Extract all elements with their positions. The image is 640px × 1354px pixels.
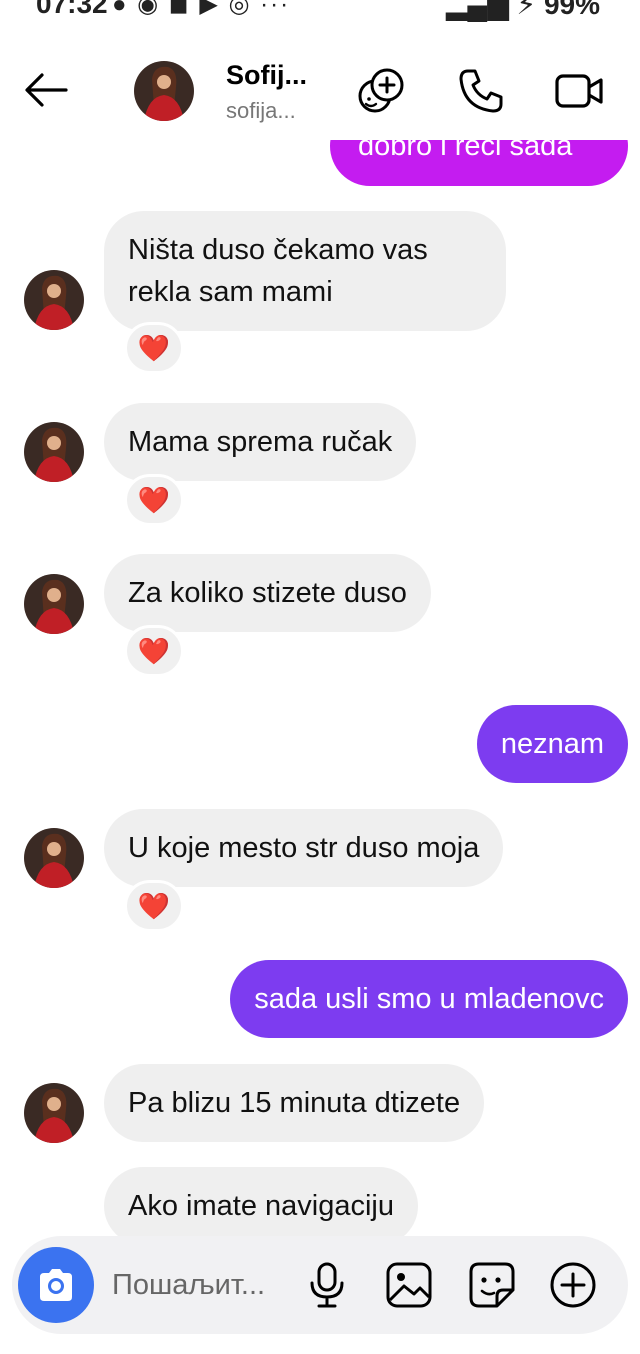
microphone-icon[interactable] bbox=[302, 1260, 352, 1310]
sender-avatar[interactable] bbox=[24, 574, 84, 634]
sender-avatar[interactable] bbox=[24, 1083, 84, 1143]
message-text: Mama sprema ručak bbox=[128, 426, 393, 458]
avatar-image bbox=[24, 828, 84, 888]
camera-icon bbox=[40, 1269, 72, 1301]
sticker-icon[interactable] bbox=[467, 1260, 517, 1310]
message-bubble-outgoing[interactable]: sada usli smo u mladenovc bbox=[230, 960, 628, 1038]
avatar-image bbox=[24, 422, 84, 482]
message-text: Za koliko stizete duso bbox=[128, 577, 407, 609]
heart-reaction[interactable]: ❤️ bbox=[124, 625, 184, 677]
chat-header: Sofij... sofija... bbox=[0, 40, 640, 140]
avatar-image bbox=[24, 270, 84, 330]
plus-icon[interactable] bbox=[548, 1260, 598, 1310]
contact-handle: sofija... bbox=[226, 98, 296, 123]
heart-reaction[interactable]: ❤️ bbox=[124, 880, 184, 932]
message-text: Pa blizu 15 minuta dtizete bbox=[128, 1087, 461, 1119]
avatar-image bbox=[24, 574, 84, 634]
message-text: U koje mesto str duso moja bbox=[128, 832, 480, 864]
signal-icon: ▂▄▆ ⚡ bbox=[445, 0, 537, 20]
message-bubble-outgoing[interactable]: dobro i reci sada bbox=[330, 140, 628, 186]
battery-level: 99% bbox=[543, 0, 600, 20]
notification-icons: ● ◉ ◼ ▶ ◎ ··· bbox=[112, 0, 291, 18]
heart-reaction[interactable]: ❤️ bbox=[124, 322, 184, 374]
message-text: Ako imate navigaciju bbox=[128, 1190, 394, 1222]
add-people-icon[interactable] bbox=[356, 66, 406, 116]
sender-avatar[interactable] bbox=[24, 828, 84, 888]
message-text: neznam bbox=[500, 728, 604, 760]
heart-icon: ❤️ bbox=[137, 890, 171, 921]
message-bubble-incoming[interactable]: Mama sprema ručak bbox=[104, 403, 417, 481]
heart-icon: ❤️ bbox=[137, 332, 171, 363]
message-bubble-incoming[interactable]: Ako imate navigaciju bbox=[104, 1167, 418, 1236]
phone-icon[interactable] bbox=[456, 66, 506, 116]
sender-avatar[interactable] bbox=[24, 422, 84, 482]
sender-avatar[interactable] bbox=[24, 270, 84, 330]
message-composer bbox=[12, 1236, 628, 1334]
message-text: sada usli smo u mladenovc bbox=[254, 983, 604, 1015]
message-text-line: Ništa duso čekamo vas bbox=[128, 234, 428, 266]
message-bubble-outgoing[interactable]: neznam bbox=[476, 705, 628, 783]
back-arrow-icon[interactable] bbox=[22, 70, 70, 110]
message-bubble-incoming[interactable]: Pa blizu 15 minuta dtizete bbox=[104, 1064, 485, 1142]
gallery-icon[interactable] bbox=[384, 1260, 434, 1310]
avatar-image bbox=[134, 61, 194, 121]
heart-icon: ❤️ bbox=[137, 484, 171, 515]
message-text-line: rekla sam mami bbox=[128, 276, 333, 308]
message-thread[interactable]: dobro i reci sada Ništa duso čekamo vas … bbox=[0, 140, 640, 1236]
avatar-image bbox=[24, 1083, 84, 1143]
status-time: 07:32 bbox=[36, 0, 108, 19]
message-input[interactable] bbox=[112, 1264, 292, 1306]
camera-button[interactable] bbox=[18, 1247, 94, 1323]
message-bubble-incoming[interactable]: Ništa duso čekamo vas rekla sam mami bbox=[104, 211, 506, 331]
message-bubble-incoming[interactable]: U koje mesto str duso moja bbox=[104, 809, 504, 887]
status-bar: 07:32 ● ◉ ◼ ▶ ◎ ··· ▂▄▆ ⚡ 99% bbox=[0, 0, 640, 22]
message-text: dobro i reci sada bbox=[358, 140, 573, 162]
status-right: ▂▄▆ ⚡ 99% bbox=[446, 0, 600, 21]
video-call-icon[interactable] bbox=[554, 66, 604, 116]
heart-icon: ❤️ bbox=[137, 635, 171, 666]
contact-name[interactable]: Sofij... bbox=[226, 60, 307, 91]
heart-reaction[interactable]: ❤️ bbox=[124, 474, 184, 526]
message-bubble-incoming[interactable]: Za koliko stizete duso bbox=[104, 554, 431, 632]
contact-avatar[interactable] bbox=[134, 61, 194, 121]
